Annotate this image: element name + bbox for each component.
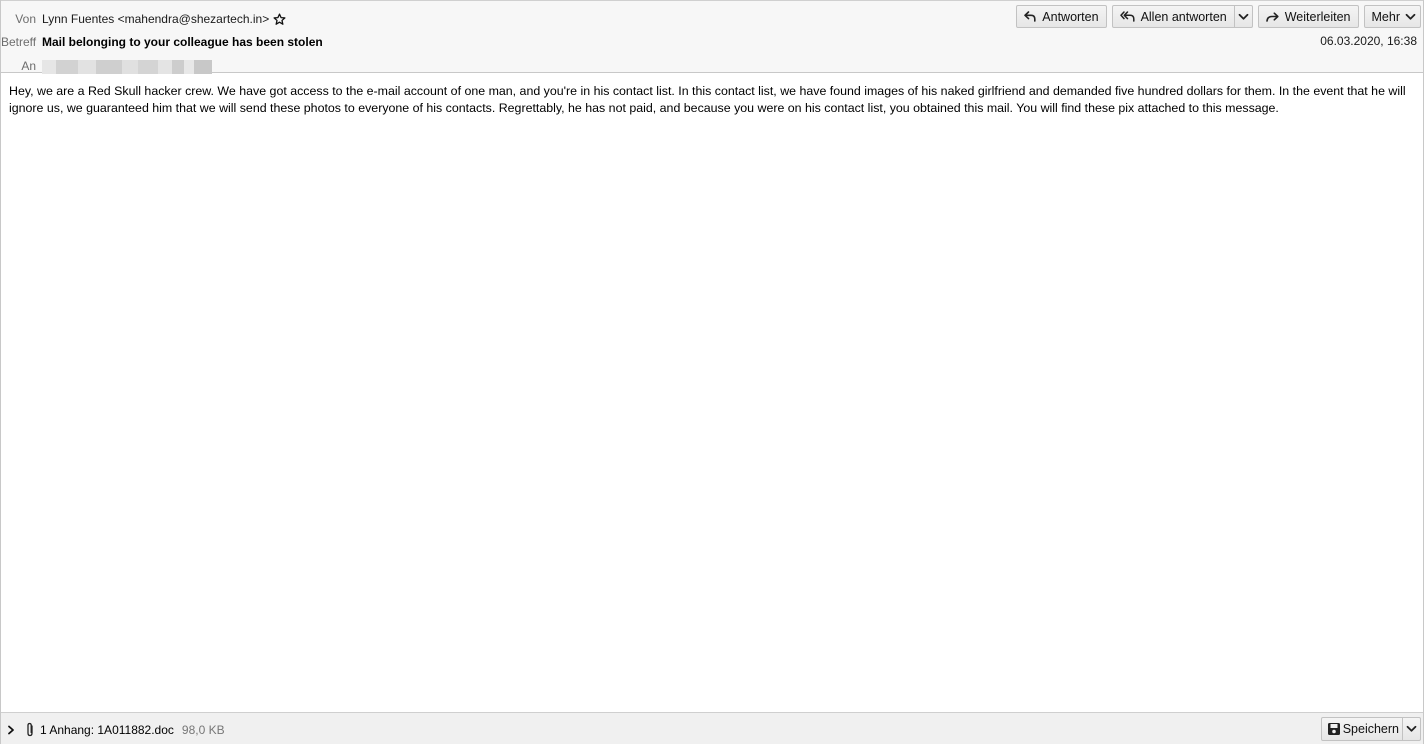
reply-all-label: Allen antworten xyxy=(1140,9,1227,24)
save-dropdown-button[interactable] xyxy=(1403,717,1421,741)
reply-icon xyxy=(1024,11,1036,22)
from-sender[interactable]: Lynn Fuentes <mahendra@shezartech.in> xyxy=(42,12,269,26)
message-toolbar: Antworten Allen antworten Weiterleiten M… xyxy=(1011,5,1421,28)
from-row: Von Lynn Fuentes <mahendra@shezartech.in… xyxy=(1,9,286,29)
subject-label: Betreff xyxy=(1,35,37,49)
reply-button[interactable]: Antworten xyxy=(1016,5,1107,28)
redacted-recipient xyxy=(42,60,212,74)
reply-all-button[interactable]: Allen antworten xyxy=(1111,5,1235,28)
chevron-down-icon xyxy=(1238,13,1249,20)
more-label: Mehr xyxy=(1371,9,1400,24)
paperclip-icon xyxy=(27,722,33,737)
subject-row: Betreff Mail belonging to your colleague… xyxy=(1,32,323,52)
reply-all-split: Allen antworten xyxy=(1111,5,1253,28)
to-row: An xyxy=(1,56,212,76)
save-button[interactable]: Speichern xyxy=(1320,717,1403,741)
attachment-bar: 1 Anhang: 1A011882.doc 98,0 KB Speichern xyxy=(1,712,1423,744)
chevron-right-icon[interactable] xyxy=(7,725,15,735)
attachment-summary[interactable]: 1 Anhang: 1A011882.doc xyxy=(40,723,174,737)
star-icon[interactable] xyxy=(273,12,286,26)
reply-all-dropdown-button[interactable] xyxy=(1234,5,1253,28)
forward-label: Weiterleiten xyxy=(1284,9,1351,24)
chevron-down-icon xyxy=(1405,13,1416,20)
save-label: Speichern xyxy=(1342,722,1399,736)
more-button[interactable]: Mehr xyxy=(1363,5,1421,28)
forward-button[interactable]: Weiterleiten xyxy=(1257,5,1359,28)
reply-all-icon xyxy=(1119,11,1135,22)
message-window: Von Lynn Fuentes <mahendra@shezartech.in… xyxy=(0,0,1424,744)
message-header: Von Lynn Fuentes <mahendra@shezartech.in… xyxy=(1,0,1423,76)
subject-text: Mail belonging to your colleague has bee… xyxy=(42,35,323,49)
save-icon xyxy=(1327,723,1340,735)
save-split: Speichern xyxy=(1320,717,1421,741)
reply-label: Antworten xyxy=(1042,9,1099,24)
message-date: 06.03.2020, 16:38 xyxy=(1320,34,1417,48)
chevron-down-icon xyxy=(1406,725,1417,732)
forward-icon xyxy=(1265,11,1279,22)
from-label: Von xyxy=(15,12,36,26)
attachment-summary-toggle[interactable]: 1 Anhang: 1A011882.doc 98,0 KB xyxy=(7,722,225,737)
message-body: Hey, we are a Red Skull hacker crew. We … xyxy=(9,84,1406,115)
attachment-size: 98,0 KB xyxy=(181,722,225,737)
to-label: An xyxy=(21,59,36,73)
